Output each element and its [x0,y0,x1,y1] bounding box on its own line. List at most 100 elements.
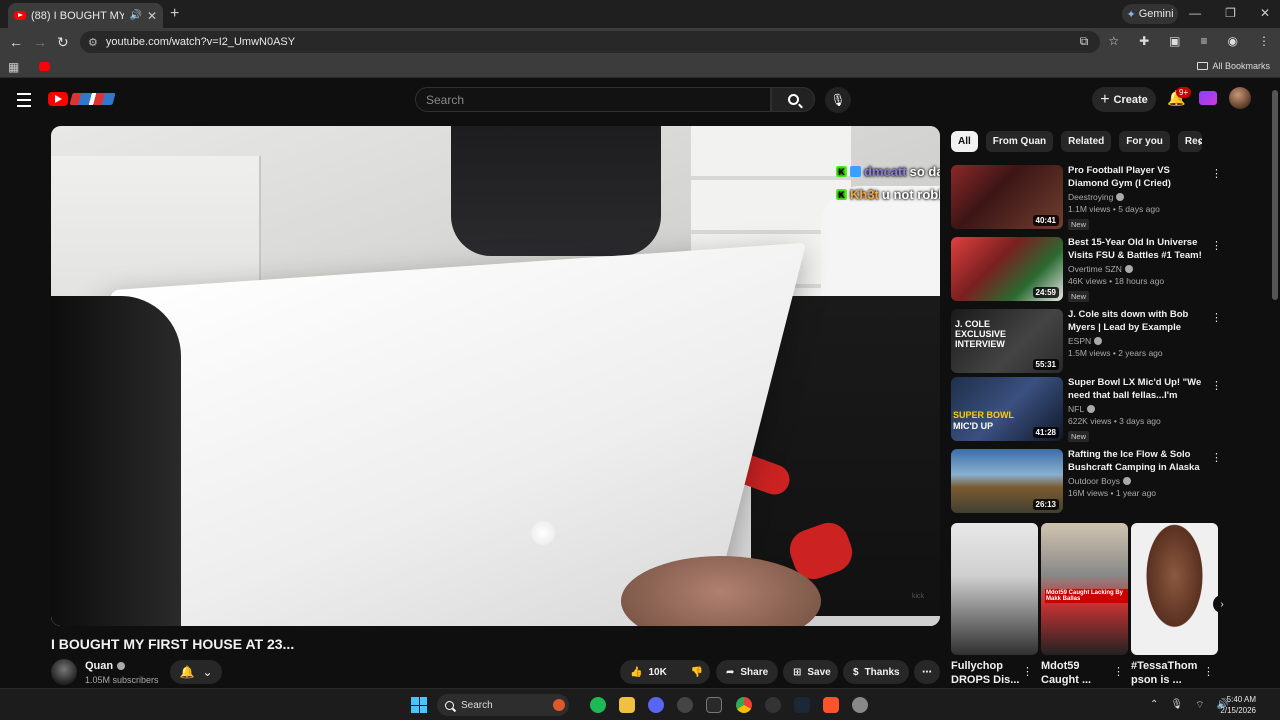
spotify-icon[interactable] [590,697,606,713]
chrome-icon[interactable] [736,697,752,713]
speaker-icon[interactable]: 🔊 [129,10,141,21]
recommendation-item[interactable]: 24:59 Best 15-Year Old In Universe Visit… [951,236,1222,302]
reload-icon[interactable]: ↻ [57,34,69,51]
browser-tab[interactable]: (88) I BOUGHT MY FIRST H 🔊 ✕ [8,3,163,28]
thanks-button[interactable]: $ Thanks [843,660,909,684]
epic-games-icon[interactable] [706,697,722,713]
short-thumbnail[interactable]: Mdot59 Caught Lacking By Makk Ballas [1041,523,1128,655]
close-tab-icon[interactable]: ✕ [147,9,157,23]
video-thumbnail[interactable]: SUPER BOWL MIC'D UP 41:28 [951,377,1063,441]
chip-from-channel[interactable]: From Quan [985,131,1054,152]
recommendation-title[interactable]: J. Cole sits down with Bob Myers | Lead … [1068,308,1206,334]
youtube-bookmark-icon[interactable] [39,62,50,71]
restore-icon[interactable]: ❐ [1225,6,1236,20]
kebab-menu-icon[interactable]: ⋮ [1113,665,1124,678]
voice-search-button[interactable]: 🎙 [825,87,851,113]
search-input[interactable]: Search [415,87,771,112]
gemini-button[interactable]: ✦ Gemini [1122,4,1178,24]
more-actions-button[interactable]: ⋯ [914,660,940,684]
video-thumbnail[interactable]: 24:59 [951,237,1063,301]
channel-name[interactable]: Quan [85,660,126,672]
profile-icon[interactable]: ◉ [1228,34,1238,49]
create-button[interactable]: + Create [1092,87,1156,112]
video-player[interactable]: K dmcatt so damn nosey K Kh3t u not robb… [51,126,940,626]
kebab-menu-icon[interactable]: ⋮ [1211,311,1222,324]
kebab-menu-icon[interactable]: ⋮ [1211,167,1222,180]
save-button[interactable]: ⊞ Save [783,660,838,684]
apps-grid-icon[interactable]: ▦ [8,60,19,74]
recommendation-channel[interactable]: ESPN [1068,336,1206,346]
premium-icon[interactable] [1199,91,1217,105]
steam-icon[interactable] [794,697,810,713]
like-count[interactable]: 10K [648,667,666,678]
kebab-menu-icon[interactable]: ⋮ [1211,451,1222,464]
chevron-right-icon[interactable]: › [1213,595,1231,613]
recommendation-title[interactable]: Super Bowl LX Mic'd Up! "We need that ba… [1068,376,1206,402]
discord-icon[interactable] [648,697,664,713]
taskbar-search[interactable]: Search [437,694,569,716]
kebab-menu-icon[interactable]: ⋮ [1211,379,1222,392]
install-app-icon[interactable]: ⧉ [1080,34,1089,49]
side-panel-icon[interactable]: ▣ [1169,34,1180,49]
recommendation-title[interactable]: Pro Football Player VS Diamond Gym (I Cr… [1068,164,1206,190]
recommendation-item[interactable]: SUPER BOWL MIC'D UP 41:28 Super Bowl LX … [951,376,1222,442]
recommendation-item[interactable]: 40:41 Pro Football Player VS Diamond Gym… [951,164,1222,230]
network-icon[interactable]: ⌔ [1195,699,1204,712]
browser-menu-icon[interactable]: ⋮ [1258,34,1270,49]
video-thumbnail[interactable]: 40:41 [951,165,1063,229]
search-button[interactable] [771,87,815,112]
all-bookmarks-button[interactable]: All Bookmarks [1197,61,1270,71]
url-bar[interactable]: ⚙ youtube.com/watch?v=I2_UmwN0ASY [80,31,1100,53]
forward-icon[interactable]: → [33,34,47,50]
minimize-icon[interactable]: — [1189,6,1201,20]
chip-related[interactable]: Related [1061,131,1112,152]
short-thumbnail[interactable] [1131,523,1218,655]
kebab-menu-icon[interactable]: ⋮ [1203,665,1214,678]
chevron-right-icon[interactable]: › [1198,135,1202,149]
chat-username: Kh3t [850,187,879,202]
recommendation-channel[interactable]: Deestroying [1068,192,1206,202]
kebab-menu-icon[interactable]: ⋮ [1211,239,1222,252]
mic-icon[interactable]: 🎙 [1170,699,1183,712]
subscription-bell-button[interactable]: 🔔 ⌄ [170,660,222,684]
channel-avatar[interactable] [51,659,77,685]
video-thumbnail[interactable]: 26:13 [951,449,1063,513]
short-title[interactable]: Mdot59 Caught ... [1041,659,1091,687]
share-button[interactable]: ➦ Share [716,660,778,684]
close-window-icon[interactable]: ✕ [1260,6,1270,20]
short-title[interactable]: #TessaThom pson is ... [1131,659,1197,687]
app-icon[interactable] [677,697,693,713]
chip-all[interactable]: All [951,131,978,152]
dislike-icon[interactable]: 👎 [691,667,703,678]
site-info-icon[interactable]: ⚙ [88,36,98,49]
recommendation-item[interactable]: J. COLE EXCLUSIVE INTERVIEW 55:31 J. Col… [951,308,1222,373]
new-tab-button[interactable]: + [170,5,179,23]
recommendation-title[interactable]: Rafting the Ice Flow & Solo Bushcraft Ca… [1068,448,1206,474]
extensions-icon[interactable]: ✚ [1139,34,1149,49]
bookmark-star-icon[interactable]: ☆ [1108,34,1119,49]
file-explorer-icon[interactable] [619,697,635,713]
clock[interactable]: 5:40 AM 2/15/2026 [1220,694,1256,716]
youtube-logo[interactable] [48,91,116,107]
recommendation-channel[interactable]: Outdoor Boys [1068,476,1206,486]
kebab-menu-icon[interactable]: ⋮ [1022,665,1033,678]
short-title[interactable]: Fullychop DROPS Dis... [951,659,1019,687]
windows-start-icon[interactable] [411,697,427,713]
like-icon[interactable]: 👍 [630,667,642,678]
recommendation-title[interactable]: Best 15-Year Old In Universe Visits FSU … [1068,236,1206,262]
menu-icon[interactable] [17,93,31,111]
reading-list-icon[interactable]: ≡ [1201,34,1208,49]
recommendation-channel[interactable]: Overtime SZN [1068,264,1206,274]
account-avatar[interactable] [1229,87,1251,109]
video-thumbnail[interactable]: J. COLE EXCLUSIVE INTERVIEW 55:31 [951,309,1063,373]
back-icon[interactable]: ← [9,34,23,50]
brave-icon[interactable] [823,697,839,713]
short-thumbnail[interactable] [951,523,1038,655]
chip-for-you[interactable]: For you [1119,131,1170,152]
chevron-up-icon[interactable]: ⌃ [1150,699,1158,712]
settings-icon[interactable] [852,697,868,713]
recommendation-channel[interactable]: NFL [1068,404,1206,414]
page-scrollbar[interactable] [1272,90,1278,300]
recommendation-item[interactable]: 26:13 Rafting the Ice Flow & Solo Bushcr… [951,448,1222,513]
app-icon[interactable] [765,697,781,713]
